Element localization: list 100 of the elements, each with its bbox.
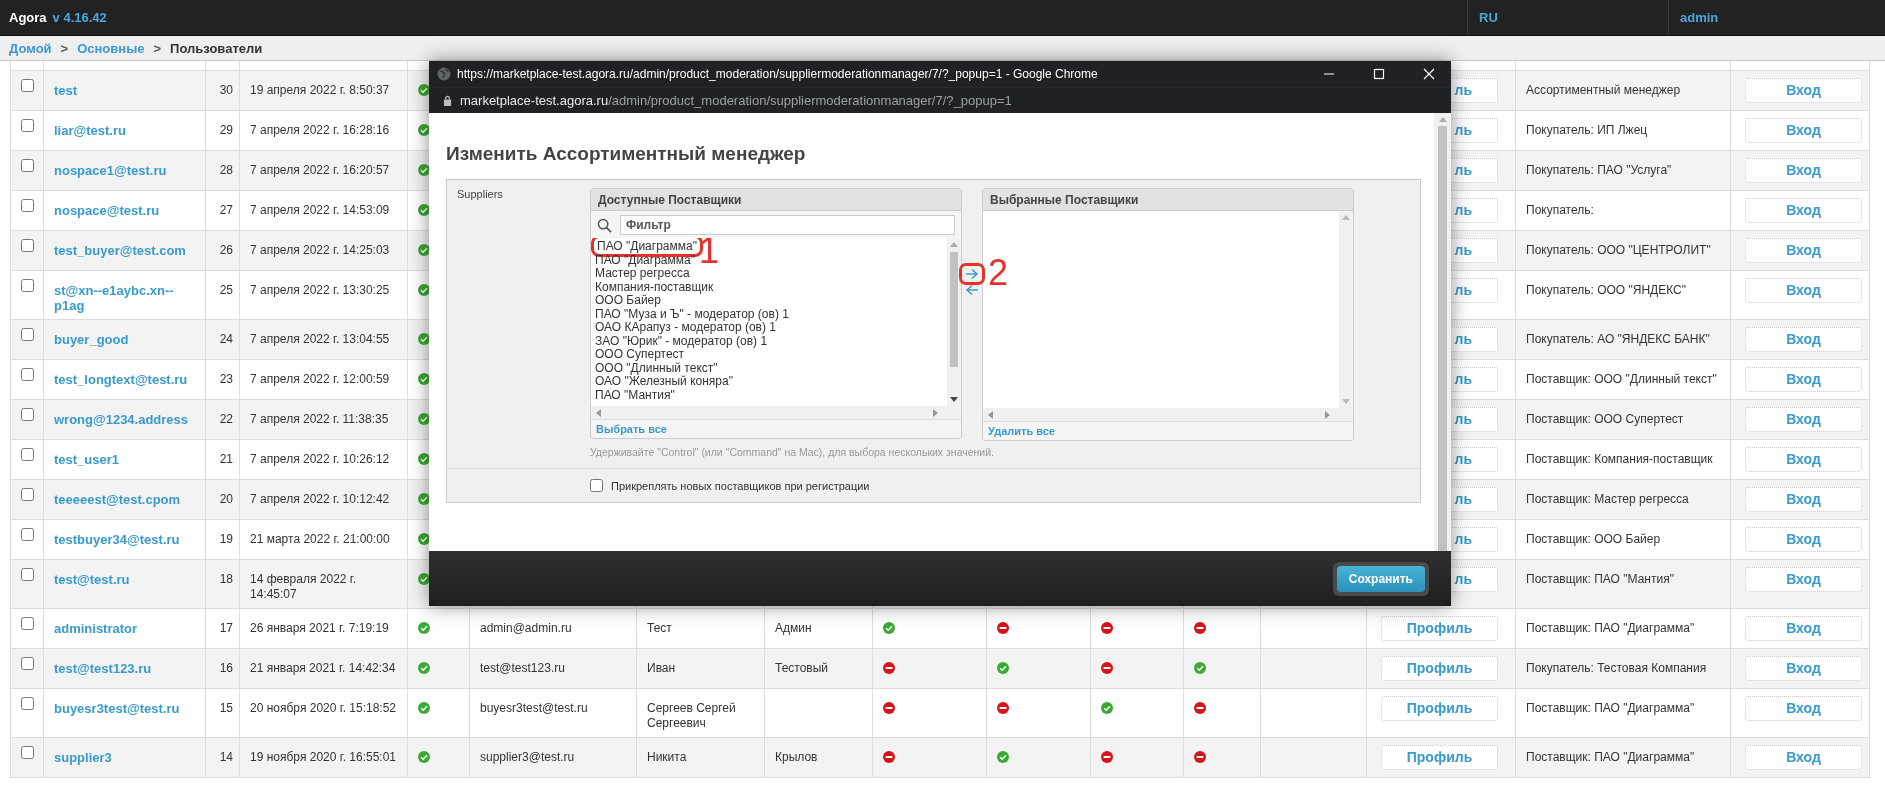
profile-button[interactable]: Профиль <box>1381 655 1498 681</box>
login-button[interactable]: Вход <box>1745 117 1862 143</box>
app-name: Agora <box>9 10 47 25</box>
scrollbar[interactable] <box>1434 113 1451 551</box>
supplier-option[interactable]: ПАО "Мантия" <box>595 387 675 402</box>
row-checkbox[interactable] <box>21 278 34 292</box>
save-button[interactable]: Сохранить <box>1336 565 1425 592</box>
row-checkbox[interactable] <box>21 367 34 381</box>
remove-all-link[interactable]: Удалить все <box>988 425 1055 437</box>
row-checkbox[interactable] <box>21 238 34 252</box>
url-text: marketplace-test.agora.ru/admin/product_moderation/suppliermoderationmanager/7/?_popup=1 <box>460 93 1012 108</box>
app-version: v 4.16.42 <box>52 10 107 25</box>
row-checkbox[interactable] <box>21 656 34 670</box>
language-link[interactable]: RU <box>1479 10 1498 25</box>
supplier-option[interactable]: ЗАО "Юрик" - модератор (ов) 1 <box>595 333 768 348</box>
row-checkbox[interactable] <box>21 616 34 630</box>
user-id: 22 <box>219 411 233 426</box>
row-checkbox[interactable] <box>21 696 34 710</box>
row-checkbox[interactable] <box>21 527 34 541</box>
last-name-text: Тестовый <box>775 660 829 675</box>
login-button[interactable]: Вход <box>1745 655 1862 681</box>
login-button[interactable]: Вход <box>1745 277 1862 303</box>
row-checkbox[interactable] <box>21 158 34 172</box>
horizontal-scrollbar[interactable] <box>591 406 961 419</box>
date-text: 21 января 2021 г. 14:42:34 <box>250 660 396 675</box>
role-text: Поставщик: ПАО "Диаграмма" <box>1526 620 1695 635</box>
breadcrumb-link[interactable]: Основные <box>77 40 145 56</box>
supplier-option[interactable]: ООО Байер <box>595 293 661 307</box>
scroll-down-icon[interactable] <box>950 397 958 403</box>
user-id: 27 <box>219 202 233 217</box>
supplier-option[interactable]: ПАО "Муза и Ъ" - модератор (ов) 1 <box>595 306 789 321</box>
supplier-option[interactable]: Мастер регресса <box>595 266 690 280</box>
login-button[interactable]: Вход <box>1745 197 1862 223</box>
filter-field[interactable]: Фильтр <box>620 215 955 235</box>
login-button[interactable]: Вход <box>1745 526 1862 552</box>
user-id: 14 <box>219 749 233 764</box>
login-button[interactable]: Вход <box>1745 695 1862 721</box>
row-checkbox[interactable] <box>21 407 34 421</box>
date-text: 7 апреля 2022 г. 13:04:55 <box>250 331 390 346</box>
scroll-right-icon[interactable] <box>933 408 939 417</box>
auto-attach-checkbox[interactable] <box>590 479 603 492</box>
login-button[interactable]: Вход <box>1745 366 1862 392</box>
user-id: 16 <box>219 660 233 675</box>
profile-button[interactable]: Профиль <box>1381 615 1498 641</box>
login-button[interactable]: Вход <box>1745 157 1862 183</box>
first-name-text: Сергеев Сергей Сергеевич <box>647 700 737 731</box>
email-text: buyesr3test@test.ru <box>480 700 588 715</box>
user-id: 17 <box>219 620 233 635</box>
login-button[interactable]: Вход <box>1745 77 1862 103</box>
role-text: Поставщик: ПАО "Диаграмма" <box>1526 700 1695 715</box>
profile-button[interactable]: Профиль <box>1381 744 1498 770</box>
row-checkbox[interactable] <box>21 327 34 341</box>
row-checkbox[interactable] <box>21 487 34 501</box>
row-checkbox[interactable] <box>21 447 34 461</box>
supplier-option[interactable]: ПАО "Диаграмма" <box>595 252 695 267</box>
row-checkbox[interactable] <box>21 745 34 759</box>
row-checkbox[interactable] <box>21 118 34 132</box>
field-label: Suppliers <box>457 188 504 202</box>
move-right-arrow-icon[interactable] <box>962 266 982 282</box>
date-text: 7 апреля 2022 г. 14:25:03 <box>250 242 390 257</box>
user-id: 18 <box>219 571 233 586</box>
user-link[interactable]: admin <box>1680 10 1719 25</box>
role-text: Поставщик: ООО Супертест <box>1526 411 1684 426</box>
supplier-option[interactable]: ОАО "Железный коняра" <box>595 374 733 388</box>
user-id: 30 <box>219 82 233 97</box>
supplier-option[interactable]: ООО Супертест <box>595 347 685 361</box>
login-button[interactable]: Вход <box>1745 486 1862 512</box>
login-button[interactable]: Вход <box>1745 406 1862 432</box>
choose-all-link[interactable]: Выбрать все <box>596 423 667 435</box>
login-button[interactable]: Вход <box>1745 326 1862 352</box>
row-checkbox[interactable] <box>21 198 34 212</box>
date-text: 14 февраля 2022 г. 14:45:07 <box>250 571 357 601</box>
scroll-left-icon[interactable] <box>987 410 993 419</box>
login-button[interactable]: Вход <box>1745 744 1862 770</box>
row-checkbox[interactable] <box>21 567 34 581</box>
supplier-option[interactable]: ООО "Длинный текст" <box>595 360 718 375</box>
row-checkbox[interactable] <box>21 78 34 92</box>
breadcrumb-link[interactable]: Домой <box>9 40 52 56</box>
login-button[interactable]: Вход <box>1745 446 1862 472</box>
move-left-arrow-icon[interactable] <box>965 284 979 296</box>
supplier-option[interactable]: Компания-поставщик <box>595 279 714 294</box>
date-text: 7 апреля 2022 г. 16:20:57 <box>250 162 390 177</box>
role-text: Поставщик: ПАО "Диаграмма" <box>1526 749 1695 764</box>
scrollbar[interactable] <box>947 238 961 406</box>
login-button[interactable]: Вход <box>1745 237 1862 263</box>
user-id: 25 <box>219 282 233 297</box>
user-id: 28 <box>219 162 233 177</box>
date-text: 7 апреля 2022 г. 10:12:42 <box>250 491 390 506</box>
supplier-option[interactable]: ОАО КАрапуз - модератор (ов) 1 <box>595 320 776 334</box>
scroll-right-icon[interactable] <box>1325 410 1331 419</box>
login-button[interactable]: Вход <box>1745 615 1862 641</box>
horizontal-scrollbar[interactable] <box>983 408 1353 421</box>
email-text: supplier3@test.ru <box>480 749 575 764</box>
role-text: Покупатель: АО "ЯНДЕКС БАНК" <box>1526 331 1710 346</box>
login-button[interactable]: Вход <box>1745 566 1862 592</box>
date-text: 19 ноября 2020 г. 16:55:01 <box>250 749 397 764</box>
profile-button[interactable]: Профиль <box>1381 695 1498 721</box>
form-heading: Изменить Ассортиментный менеджер <box>446 143 807 165</box>
scroll-left-icon[interactable] <box>595 408 601 417</box>
help-text: Удерживайте "Control" (или "Command" на Mac), для выбора нескольких значений. <box>590 446 996 460</box>
